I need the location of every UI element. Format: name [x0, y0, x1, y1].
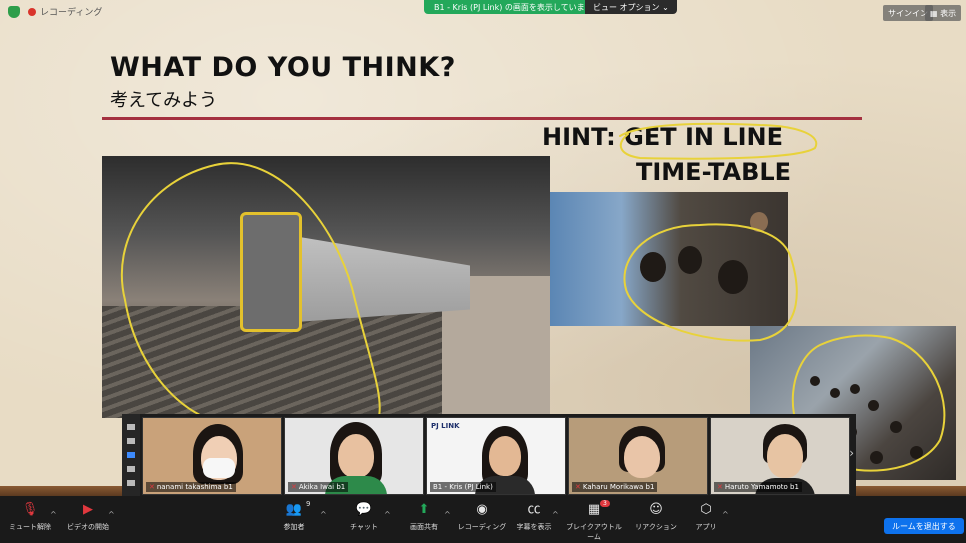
train-platform-photo [102, 156, 550, 418]
chevron-down-icon: ⌄ [662, 3, 669, 12]
video-label: ビデオの開始 [67, 523, 109, 531]
meeting-toolbar: 🎙 ミュート解除 ^ ▶ ビデオの開始 ^ 👥 参加者 9 ^ 💬 チャット ^… [0, 496, 966, 543]
breakout-rooms-icon: ▦ [587, 502, 601, 517]
hint-line-1: HINT: GET IN LINE [542, 123, 783, 151]
view-icon[interactable] [127, 466, 135, 472]
apps-label: アプリ [695, 523, 717, 531]
captions-label: 字幕を表示 [516, 523, 552, 531]
record-button[interactable]: ◉ レコーディング [452, 502, 512, 532]
chevron-up-icon[interactable]: ^ [50, 510, 57, 519]
view-icon[interactable] [127, 452, 135, 458]
participants-count: 9 [306, 500, 311, 508]
hint-prefix: HINT: [542, 123, 616, 151]
participant-name: ✕ Akika Iwai b1 [288, 482, 349, 492]
chevron-up-icon[interactable]: ^ [108, 510, 115, 519]
top-bar: レコーディング B1 - Kris (PJ Link) の画面を表示しています … [0, 0, 966, 24]
chevron-right-icon[interactable]: › [849, 446, 854, 460]
slide-subtitle: 考えてみよう [110, 90, 218, 111]
chevron-up-icon[interactable]: ^ [552, 510, 559, 519]
breakout-badge: 3 [600, 500, 610, 507]
chevron-up-icon[interactable]: ^ [320, 510, 327, 519]
participant-tile[interactable]: ✕ Akika Iwai b1 [284, 417, 424, 495]
hint-line-2: TIME-TABLE [636, 158, 792, 186]
mute-label: ミュート解除 [9, 523, 51, 531]
display-button[interactable]: ▦ 表示 [925, 5, 962, 21]
grid-icon: ▦ [930, 9, 941, 18]
view-options-label: ビュー オプション [593, 3, 660, 12]
chevron-up-icon[interactable]: ^ [444, 510, 451, 519]
participant-name: B1 - Kris (PJ Link) [430, 482, 496, 492]
gallery-view-switcher[interactable] [122, 414, 140, 496]
participants-label: 参加者 [283, 523, 305, 531]
chevron-up-icon[interactable]: ^ [722, 510, 729, 519]
mic-off-icon: ✕ [149, 483, 155, 491]
mic-off-icon: ✕ [717, 483, 723, 491]
screen-share-status: B1 - Kris (PJ Link) の画面を表示しています [424, 0, 603, 14]
record-label: レコーディング [457, 523, 507, 531]
train-front [240, 212, 302, 332]
pj-link-logo: PJ LINK [431, 422, 460, 430]
recording-dot-icon [28, 8, 36, 16]
shield-icon[interactable] [8, 6, 20, 18]
record-icon: ◉ [476, 502, 488, 517]
crowded-train-photo [550, 192, 788, 326]
participant-tile[interactable]: ✕ Haruto Yamamoto b1 [710, 417, 850, 495]
view-icon[interactable] [127, 438, 135, 444]
participants-button[interactable]: 👥 参加者 [264, 502, 324, 532]
participant-tile-active[interactable]: PJ LINK B1 - Kris (PJ Link) [426, 417, 566, 495]
leave-room-button[interactable]: ルームを退出する [884, 518, 964, 534]
participant-name: ✕ Haruto Yamamoto b1 [714, 482, 802, 492]
title-divider [102, 117, 862, 120]
breakout-rooms-button[interactable]: ▦ ブレイクアウトルーム [564, 502, 624, 542]
view-icon[interactable] [127, 424, 135, 430]
breakout-label: ブレイクアウトルーム [566, 523, 622, 541]
people-icon: 👥 [285, 502, 303, 517]
view-icon[interactable] [127, 480, 135, 486]
participant-name: ✕ Kaharu Morikawa b1 [572, 482, 658, 492]
hint-highlight: GET IN LINE [624, 123, 784, 151]
chat-label: チャット [350, 523, 378, 531]
chevron-up-icon[interactable]: ^ [384, 510, 391, 519]
participant-tile[interactable]: ✕ nanami takashima b1 [142, 417, 282, 495]
participant-gallery: ✕ nanami takashima b1 ✕ Akika Iwai b1 PJ L… [122, 414, 856, 496]
view-options-button[interactable]: ビュー オプション ⌄ [585, 0, 677, 14]
share-label: 画面共有 [410, 523, 438, 531]
reactions-label: リアクション [635, 523, 677, 531]
recording-label: レコーディング [40, 8, 103, 18]
mic-off-icon: ✕ [291, 483, 297, 491]
participant-tile[interactable]: ✕ Kaharu Morikawa b1 [568, 417, 708, 495]
display-label: 表示 [940, 9, 957, 18]
slide-title: WHAT DO YOU THINK? [110, 52, 456, 83]
zoom-window: WHAT DO YOU THINK? 考えてみよう HINT: GET IN L… [0, 0, 966, 543]
participant-name: ✕ nanami takashima b1 [146, 482, 236, 492]
mic-off-icon: ✕ [575, 483, 581, 491]
